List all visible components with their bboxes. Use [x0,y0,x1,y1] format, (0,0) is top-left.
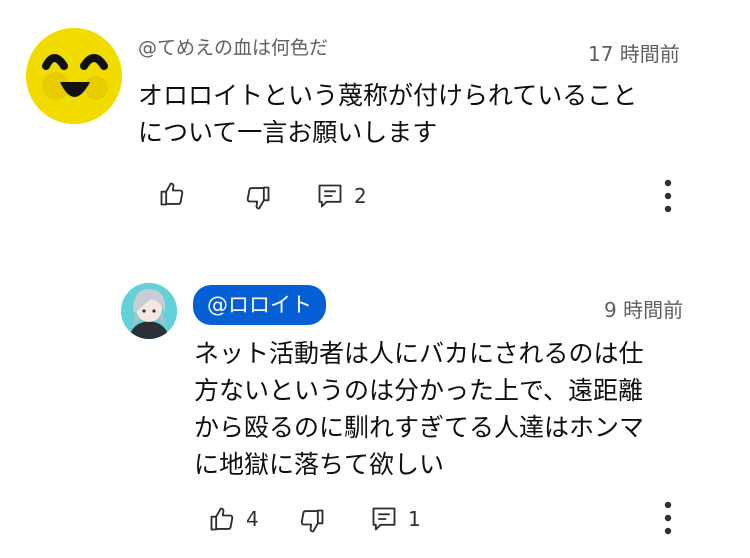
comment-author-pill[interactable]: @ロロイト [193,285,326,325]
dislike-button[interactable] [244,184,272,212]
dislike-button[interactable] [298,507,326,535]
more-icon [664,179,672,213]
smiley-face-icon [26,28,122,124]
dislike-icon [300,509,324,533]
like-button[interactable] [158,180,196,208]
more-button[interactable] [664,179,672,217]
comment-text: ネット活動者は人にバカにされるのは仕 方ないというのは分かった上で、遠距離 から… [194,339,645,479]
dislike-icon [246,186,270,210]
reply-button[interactable]: 2 [316,182,367,210]
more-icon [664,501,672,535]
comment-text: オロロイトという蔑称が付けられていること について一言お願いします [138,81,638,147]
character-avatar-icon [121,283,177,339]
reply-count: 1 [408,507,421,531]
avatar[interactable] [26,28,122,124]
reply-icon [318,184,342,208]
like-count: 4 [246,507,259,531]
more-button[interactable] [664,501,672,539]
like-icon [210,507,234,531]
reply-count: 2 [354,184,367,208]
like-icon [160,182,184,206]
comment-author[interactable]: @てめえの血は何色だ [138,33,328,60]
comment-time: 9 時間前 [604,298,684,322]
like-button[interactable]: 4 [208,505,259,533]
avatar[interactable] [121,283,177,339]
reply-icon [372,507,396,531]
reply-button[interactable]: 1 [370,505,421,533]
comment-time: 17 時間前 [588,42,680,66]
